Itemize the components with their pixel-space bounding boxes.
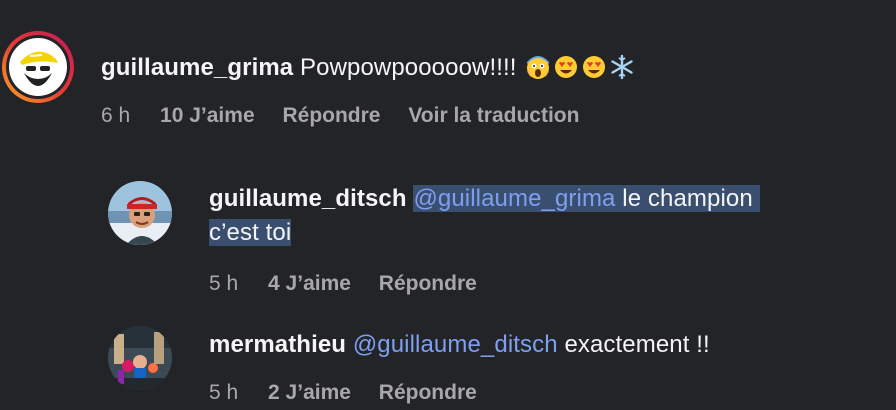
avatar[interactable] [0, 29, 76, 105]
comment-message-line2: c’est toi [209, 219, 292, 246]
likes-count[interactable]: 2 J’aime [268, 381, 351, 404]
reply-button[interactable]: Répondre [379, 272, 477, 295]
timestamp[interactable]: 5 h [209, 381, 238, 404]
timestamp[interactable]: 6 h [101, 104, 130, 127]
comment-meta: 5 h 4 J’aime Répondre [209, 270, 499, 298]
username[interactable]: mermathieu [209, 331, 346, 358]
likes-count[interactable]: 10 J’aime [160, 104, 255, 127]
comment-message: exactement !! [557, 331, 710, 358]
scream-emoji-icon [525, 54, 551, 90]
mention-link[interactable]: @guillaume_ditsch [353, 331, 558, 358]
username[interactable]: guillaume_ditsch [209, 185, 407, 212]
avatar[interactable] [108, 326, 172, 390]
username[interactable]: guillaume_grima [101, 54, 293, 81]
comment-text: guillaume_ditsch @guillaume_grima le cha… [209, 182, 859, 250]
see-translation-button[interactable]: Voir la traduction [408, 104, 579, 127]
snowflake-emoji-icon [609, 54, 635, 90]
comment-meta: 5 h 2 J’aime Répondre [209, 379, 499, 407]
comment-message-line1: le champion [615, 185, 753, 212]
reply-button[interactable]: Répondre [379, 381, 477, 404]
reply-button[interactable]: Répondre [282, 104, 380, 127]
likes-count[interactable]: 4 J’aime [268, 272, 351, 295]
comment-text: mermathieu @guillaume_ditsch exactement … [209, 328, 710, 362]
mention-link[interactable]: @guillaume_grima [413, 185, 615, 212]
heart-eyes-emoji-icon [581, 54, 607, 90]
comment-meta: 6 h 10 J’aime Répondre Voir la traductio… [101, 102, 601, 130]
heart-eyes-emoji-icon [553, 54, 579, 90]
comment-message: Powpowpooooow!!!! [300, 54, 517, 81]
comment-text: guillaume_grima Powpowpooooow!!!! [101, 51, 635, 90]
timestamp[interactable]: 5 h [209, 272, 238, 295]
avatar[interactable] [108, 181, 172, 245]
